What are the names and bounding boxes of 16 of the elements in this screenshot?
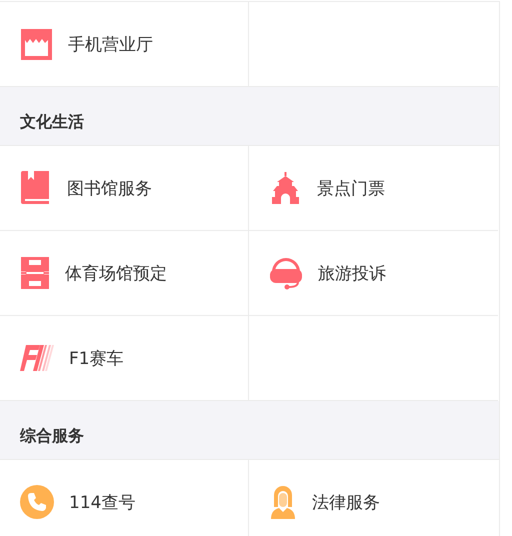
temple-icon <box>269 172 302 204</box>
service-tile[interactable]: 114查号 <box>0 460 249 536</box>
service-tile[interactable]: 法律服务 <box>249 460 498 536</box>
sports-field-icon <box>20 256 50 290</box>
book-icon <box>20 171 52 205</box>
headset-icon <box>269 256 303 290</box>
service-tile[interactable]: 体育场馆预定 <box>0 231 249 316</box>
phone-icon <box>20 485 54 519</box>
storefront-icon <box>20 28 53 60</box>
speed-stripes-icon <box>20 345 54 371</box>
section-title: 综合服务 <box>20 426 84 447</box>
service-tile[interactable]: 景点门票 <box>249 146 498 231</box>
service-tile[interactable]: 旅游投诉 <box>249 231 498 316</box>
section-title: 文化生活 <box>20 112 84 133</box>
judge-figure-icon <box>269 485 297 519</box>
service-tile[interactable]: 图书馆服务 <box>0 146 249 231</box>
